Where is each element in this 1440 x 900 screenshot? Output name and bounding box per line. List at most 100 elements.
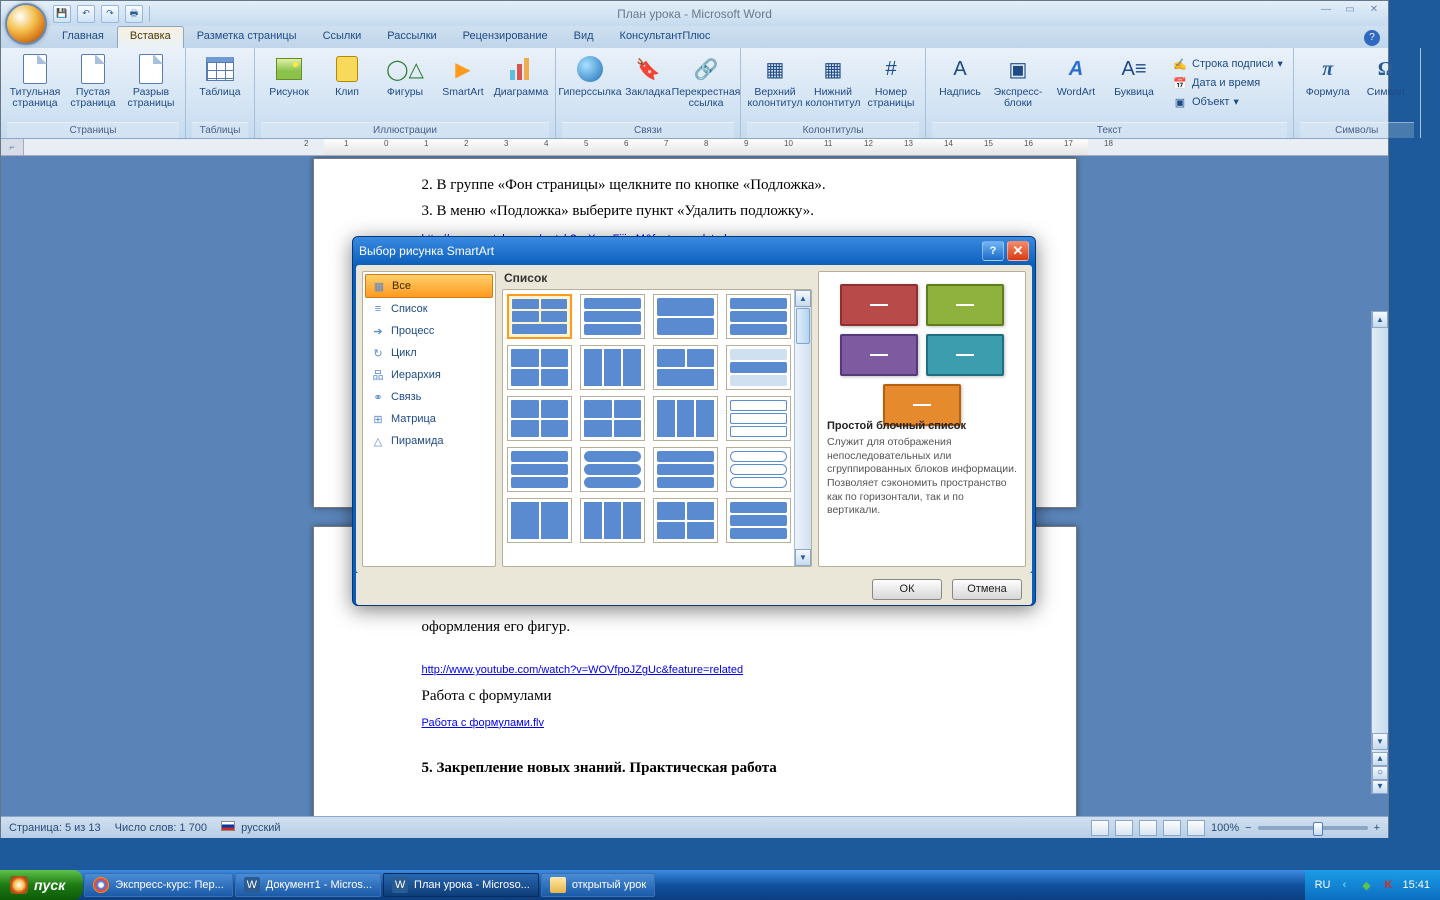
tab-review[interactable]: Рецензирование	[450, 26, 561, 48]
btn-date-time[interactable]: 📅Дата и время	[1168, 74, 1287, 92]
btn-page-break[interactable]: Разрыв страницы	[123, 51, 179, 117]
close-button[interactable]: ✕	[1364, 4, 1384, 18]
gallery-item[interactable]	[507, 294, 572, 339]
btn-signature-line[interactable]: ✍Строка подписи ▾	[1168, 55, 1287, 73]
qat-redo[interactable]: ↷	[101, 5, 119, 23]
start-button[interactable]: пуск	[0, 870, 83, 900]
help-button[interactable]: ?	[1364, 30, 1380, 46]
btn-page-number[interactable]: #Номер страницы	[863, 51, 919, 117]
status-words[interactable]: Число слов: 1 700	[115, 822, 207, 834]
qat-save[interactable]: 💾	[53, 5, 71, 23]
view-full-screen[interactable]	[1115, 820, 1133, 836]
vertical-scrollbar[interactable]: ▲ ▼ ▴ ○ ▾	[1371, 311, 1388, 794]
tab-mailings[interactable]: Рассылки	[374, 26, 449, 48]
scroll-thumb[interactable]	[796, 308, 810, 344]
view-draft[interactable]	[1187, 820, 1205, 836]
gallery-item[interactable]	[726, 498, 791, 543]
gallery-item[interactable]	[653, 294, 718, 339]
btn-hyperlink[interactable]: Гиперссылка	[562, 51, 618, 117]
btn-dropcap[interactable]: A≡Буквица	[1106, 51, 1162, 117]
status-lang[interactable]: русский	[221, 821, 281, 834]
taskbar-item[interactable]: открытый урок	[541, 873, 655, 897]
scroll-down[interactable]: ▼	[1372, 733, 1388, 750]
gallery-item[interactable]	[580, 294, 645, 339]
gallery-item[interactable]	[653, 447, 718, 492]
btn-smartart[interactable]: ▶SmartArt	[435, 51, 491, 117]
hyperlink[interactable]: Работа с формулами.flv	[422, 717, 544, 729]
btn-header[interactable]: ▦Верхний колонтитул	[747, 51, 803, 117]
gallery-scrollbar[interactable]: ▲ ▼	[794, 290, 811, 566]
gallery-item[interactable]	[653, 345, 718, 390]
tab-home[interactable]: Главная	[49, 26, 117, 48]
gallery-item[interactable]	[653, 396, 718, 441]
gallery-item[interactable]	[580, 498, 645, 543]
scroll-up[interactable]: ▲	[795, 290, 811, 307]
prev-page[interactable]: ▴	[1372, 752, 1388, 766]
ok-button[interactable]: ОК	[872, 579, 942, 600]
btn-cover-page[interactable]: Титульная страница	[7, 51, 63, 117]
btn-blank-page[interactable]: Пустая страница	[65, 51, 121, 117]
btn-textbox[interactable]: AНадпись	[932, 51, 988, 117]
tray-icon[interactable]: ◆	[1358, 877, 1374, 893]
zoom-slider[interactable]	[1258, 826, 1368, 830]
taskbar-item[interactable]: Экспресс-курс: Пер...	[84, 873, 233, 897]
cancel-button[interactable]: Отмена	[952, 579, 1022, 600]
gallery-item[interactable]	[726, 345, 791, 390]
dialog-help[interactable]: ?	[982, 241, 1004, 261]
btn-clip[interactable]: Клип	[319, 51, 375, 117]
tab-insert[interactable]: Вставка	[117, 26, 184, 48]
cat-hierarchy[interactable]: 品Иерархия	[365, 364, 493, 386]
office-button[interactable]	[5, 3, 47, 45]
tray-lang[interactable]: RU	[1315, 879, 1331, 891]
tab-consultant[interactable]: КонсультантПлюс	[607, 26, 724, 48]
gallery-item[interactable]	[653, 498, 718, 543]
view-web[interactable]	[1139, 820, 1157, 836]
btn-object[interactable]: ▣Объект ▾	[1168, 93, 1287, 111]
btn-bookmark[interactable]: 🔖Закладка	[620, 51, 676, 117]
gallery-item[interactable]	[507, 498, 572, 543]
kaspersky-icon[interactable]: K	[1380, 877, 1396, 893]
btn-shapes[interactable]: ◯△Фигуры	[377, 51, 433, 117]
cat-pyramid[interactable]: △Пирамида	[365, 430, 493, 452]
tab-page-layout[interactable]: Разметка страницы	[184, 26, 310, 48]
zoom-in[interactable]: +	[1374, 822, 1380, 834]
gallery-item[interactable]	[580, 396, 645, 441]
taskbar-item[interactable]: WДокумент1 - Micros...	[235, 873, 381, 897]
gallery-item[interactable]	[580, 345, 645, 390]
gallery-item[interactable]	[726, 396, 791, 441]
tray-icon[interactable]: ‹	[1336, 877, 1352, 893]
btn-picture[interactable]: Рисунок	[261, 51, 317, 117]
gallery-item[interactable]	[507, 345, 572, 390]
cat-matrix[interactable]: ⊞Матрица	[365, 408, 493, 430]
status-page[interactable]: Страница: 5 из 13	[9, 822, 101, 834]
gallery-item[interactable]	[507, 447, 572, 492]
qat-undo[interactable]: ↶	[77, 5, 95, 23]
btn-footer[interactable]: ▦Нижний колонтитул	[805, 51, 861, 117]
btn-table[interactable]: Таблица	[192, 51, 248, 117]
gallery-item[interactable]	[726, 447, 791, 492]
next-page[interactable]: ▾	[1372, 780, 1388, 794]
view-print-layout[interactable]	[1091, 820, 1109, 836]
cat-process[interactable]: ➔Процесс	[365, 320, 493, 342]
btn-chart[interactable]: Диаграмма	[493, 51, 549, 117]
maximize-button[interactable]: ▭	[1340, 4, 1360, 18]
btn-wordart[interactable]: AWordArt	[1048, 51, 1104, 117]
zoom-out[interactable]: −	[1245, 822, 1251, 834]
btn-crossref[interactable]: 🔗Перекрестная ссылка	[678, 51, 734, 117]
minimize-button[interactable]: —	[1316, 4, 1336, 18]
zoom-level[interactable]: 100%	[1211, 822, 1239, 834]
select-browse[interactable]: ○	[1372, 766, 1388, 780]
scroll-up[interactable]: ▲	[1372, 311, 1388, 328]
cat-cycle[interactable]: ↻Цикл	[365, 342, 493, 364]
dialog-close[interactable]: ✕	[1007, 241, 1029, 261]
btn-symbol[interactable]: ΩСимвол	[1358, 51, 1414, 117]
qat-print[interactable]: 🖶	[125, 5, 143, 23]
view-outline[interactable]	[1163, 820, 1181, 836]
tab-view[interactable]: Вид	[561, 26, 607, 48]
tab-references[interactable]: Ссылки	[310, 26, 375, 48]
gallery-item[interactable]	[507, 396, 572, 441]
cat-relationship[interactable]: ⚭Связь	[365, 386, 493, 408]
cat-list[interactable]: ≡Список	[365, 298, 493, 320]
scroll-down[interactable]: ▼	[795, 549, 811, 566]
hyperlink[interactable]: http://www.youtube.com/watch?v=WOVfpoJZg…	[422, 664, 744, 676]
